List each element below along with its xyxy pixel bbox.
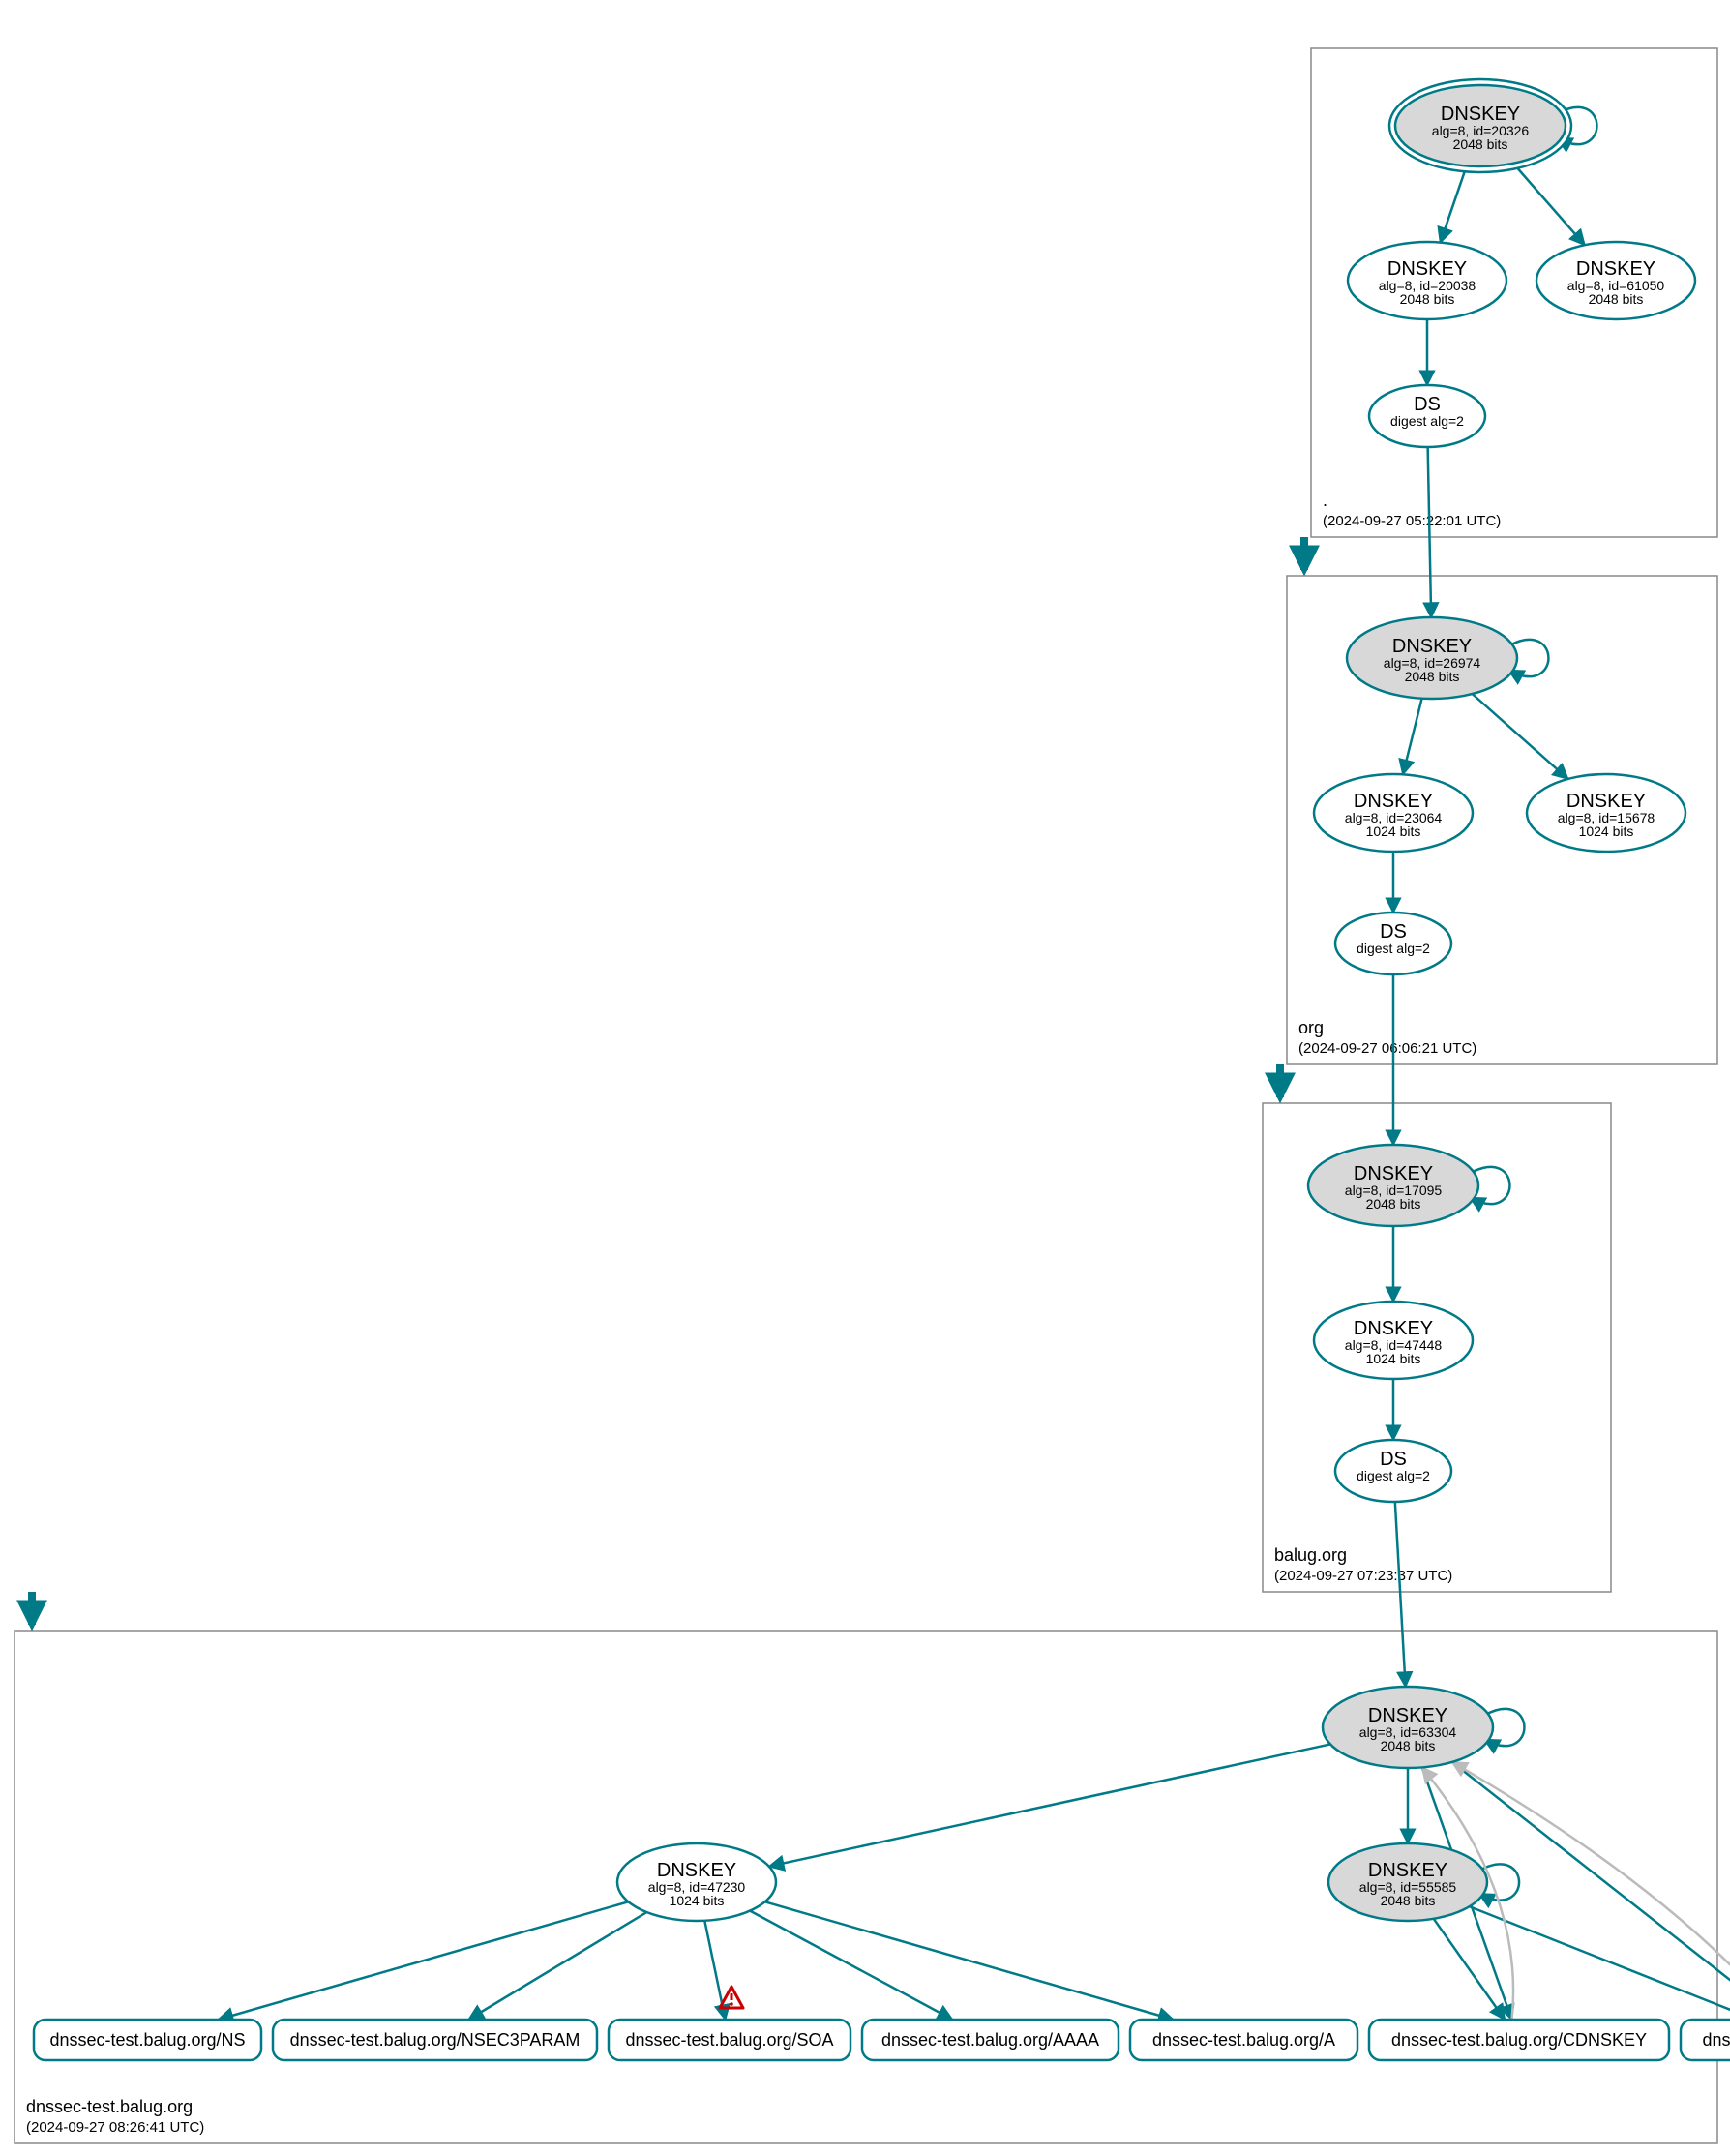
node-balug-zsk: DNSKEYalg=8, id=474481024 bits [1314,1302,1473,1379]
edge-org-ksk-org-zsk2 [1473,694,1568,779]
edge-org-ksk-org-zsk1 [1403,699,1422,775]
node-org-ds: DSdigest alg=2 [1335,913,1451,974]
zone-name-org: org [1298,1018,1324,1037]
zone-time-dnssec-test: (2024-09-27 08:26:41 UTC) [26,2119,204,2136]
record-label: dnssec-test.balug.org/AAAA [881,2030,1099,2050]
node-sub2: 2048 bits [1381,1738,1436,1753]
node-title: DNSKEY [1387,258,1467,280]
node-sub2: 2048 bits [1381,1893,1436,1908]
node-title: DNSKEY [1354,1318,1433,1339]
record-label: dnssec-test.balug.org/CDS [1702,2030,1730,2050]
node-title: DNSKEY [1576,258,1655,280]
node-rr-cdnskey: dnssec-test.balug.org/CDNSKEY [1369,2020,1669,2060]
edge-balug-ds-dt-ksk [1395,1502,1406,1687]
node-title: DNSKEY [1354,1163,1433,1184]
node-sub2: 2048 bits [1366,1196,1421,1212]
edge-root-ksk-root-zsk2 [1513,164,1585,245]
node-title: DNSKEY [1368,1860,1447,1881]
record-label: dnssec-test.balug.org/NSEC3PARAM [290,2030,581,2050]
node-sub2: 1024 bits [1579,823,1634,839]
record-label: dnssec-test.balug.org/CDNSKEY [1391,2030,1647,2050]
node-rr-soa: dnssec-test.balug.org/SOA [609,1987,850,2060]
node-rr-cds: dnssec-test.balug.org/CDS [1681,2020,1730,2060]
zone-name-balug: balug.org [1274,1545,1347,1565]
node-root-zsk2: DNSKEYalg=8, id=610502048 bits [1536,242,1695,319]
node-sub2: 1024 bits [670,1893,725,1908]
record-label: dnssec-test.balug.org/SOA [625,2030,833,2050]
node-org-zsk2: DNSKEYalg=8, id=156781024 bits [1527,774,1685,852]
node-sub2: 1024 bits [1366,823,1421,839]
edge-dt-zsk-rr-a [765,1901,1174,2020]
node-root-ksk: DNSKEYalg=8, id=203262048 bits [1389,79,1571,172]
node-root-zsk1: DNSKEYalg=8, id=200382048 bits [1348,242,1506,319]
zone-time-balug: (2024-09-27 07:23:37 UTC) [1274,1568,1452,1584]
nodes: DNSKEYalg=8, id=203262048 bits DNSKEYalg=… [34,79,1730,2060]
edge-root-ds-org-ksk [1428,447,1432,617]
zone-name-dnssec-test: dnssec-test.balug.org [26,2097,193,2116]
node-title: DNSKEY [1392,636,1472,657]
node-title: DS [1414,394,1441,415]
node-title: DNSKEY [1566,791,1646,812]
record-label: dnssec-test.balug.org/A [1152,2030,1335,2050]
zone-name-root: . [1323,491,1327,510]
node-sub2: 1024 bits [1366,1351,1421,1366]
node-sub2: 2048 bits [1400,291,1455,307]
zone-time-root: (2024-09-27 05:22:01 UTC) [1323,513,1501,529]
node-org-ksk: DNSKEYalg=8, id=269742048 bits [1347,617,1517,699]
dnssec-graph: . (2024-09-27 05:22:01 UTC) org (2024-09-27… [0,0,1730,2156]
node-sub1: digest alg=2 [1357,1468,1430,1483]
node-org-zsk1: DNSKEYalg=8, id=230641024 bits [1314,774,1473,852]
node-rr-a: dnssec-test.balug.org/A [1130,2020,1357,2060]
edges [219,107,1730,2020]
node-dt-zsk: DNSKEYalg=8, id=472301024 bits [617,1843,776,1921]
warning-dot [730,2002,733,2006]
edge-root-ksk-root-zsk1 [1441,165,1467,242]
node-rr-ns: dnssec-test.balug.org/NS [34,2020,261,2060]
node-balug-ksk: DNSKEYalg=8, id=170952048 bits [1308,1145,1478,1226]
edge-dt-ksk-dt-zsk [769,1744,1330,1866]
zone-time-org: (2024-09-27 06:06:21 UTC) [1298,1040,1476,1057]
node-dt-zsk2: DNSKEYalg=8, id=555852048 bits [1328,1843,1487,1921]
edge-dt-zsk2-rr-cds [1470,1906,1730,2020]
node-sub2: 2048 bits [1405,669,1460,684]
node-rr-nsec3: dnssec-test.balug.org/NSEC3PARAM [273,2020,597,2060]
node-title: DNSKEY [1441,104,1520,125]
node-title: DS [1380,1449,1407,1470]
node-sub2: 2048 bits [1589,291,1644,307]
node-sub1: digest alg=2 [1357,941,1430,956]
record-label: dnssec-test.balug.org/NS [49,2030,245,2050]
node-title: DNSKEY [1354,791,1433,812]
node-title: DNSKEY [657,1860,736,1881]
node-sub2: 2048 bits [1453,136,1508,152]
node-sub1: digest alg=2 [1390,413,1464,429]
node-root-ds: DSdigest alg=2 [1369,385,1485,447]
node-title: DNSKEY [1368,1705,1447,1726]
node-dt-ksk: DNSKEYalg=8, id=633042048 bits [1323,1687,1493,1768]
node-rr-aaaa: dnssec-test.balug.org/AAAA [862,2020,1119,2060]
node-balug-ds: DSdigest alg=2 [1335,1440,1451,1502]
node-title: DS [1380,921,1407,943]
edge-dt-zsk-rr-nsec3 [468,1912,646,2020]
